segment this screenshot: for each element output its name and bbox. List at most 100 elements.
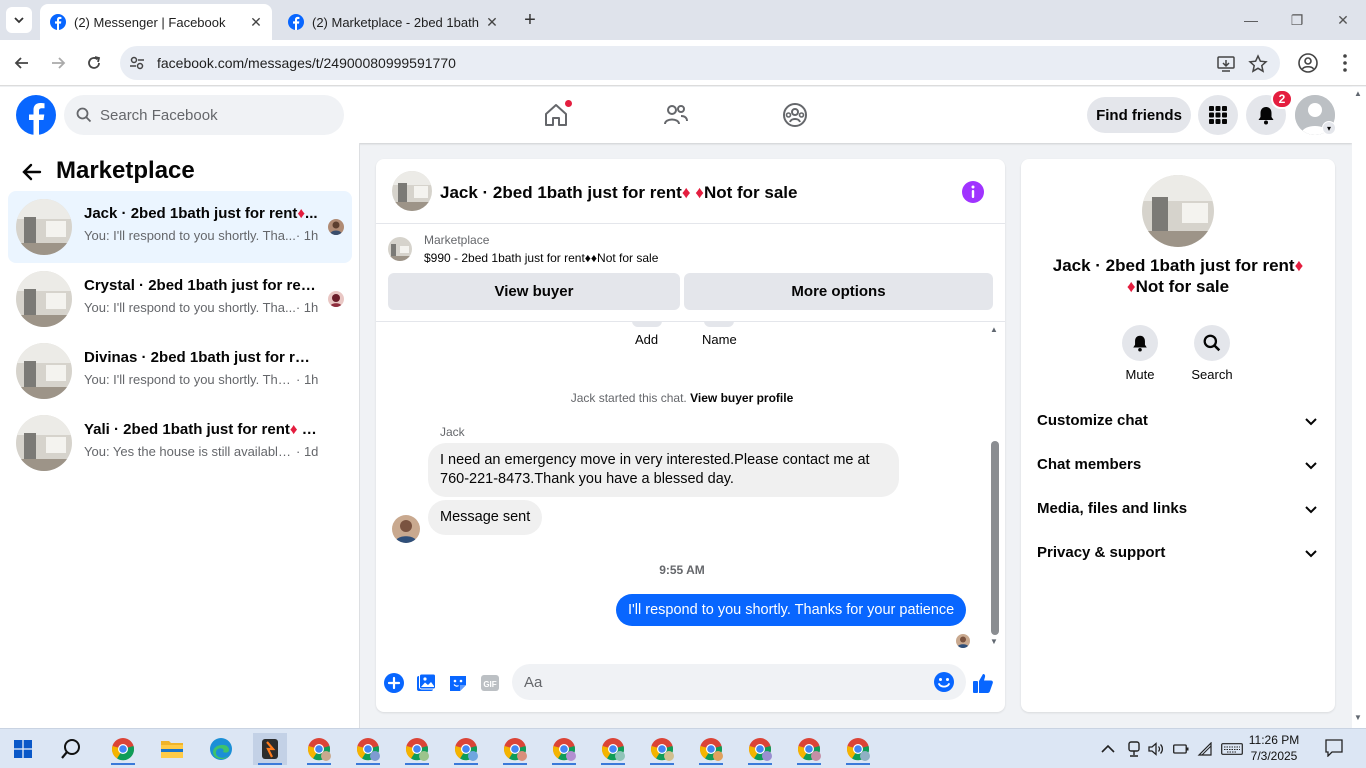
view-buyer-button[interactable]: View buyer [388, 273, 680, 310]
info-icon[interactable] [962, 181, 984, 203]
file-explorer-icon[interactable] [155, 733, 189, 765]
back-arrow-icon[interactable] [8, 49, 36, 77]
emoji-icon[interactable] [932, 670, 956, 694]
chrome-profile-icon[interactable] [351, 733, 385, 765]
chat-members-row[interactable]: Chat members [1029, 443, 1327, 487]
browser-tab-messenger[interactable]: (2) Messenger | Facebook ✕ [40, 4, 272, 40]
webcam-icon[interactable] [1126, 741, 1142, 757]
close-window-icon[interactable]: ✕ [1328, 6, 1358, 34]
chrome-profile-icon[interactable] [596, 733, 630, 765]
profile-icon[interactable] [1297, 52, 1319, 74]
chrome-profile-icon[interactable] [743, 733, 777, 765]
install-app-icon[interactable] [1216, 54, 1236, 74]
notification-center-icon[interactable] [1324, 739, 1344, 757]
thumbs-up-icon[interactable] [972, 672, 994, 694]
conversation-name: Yali · 2bed 1bath just for rent♦ ♦... [84, 421, 318, 438]
chevron-up-icon[interactable] [1100, 741, 1116, 757]
seen-avatar [328, 291, 344, 307]
name-action-icon[interactable] [704, 321, 734, 327]
groups-nav-button[interactable] [779, 99, 811, 131]
menu-button[interactable] [1198, 95, 1238, 135]
incoming-message[interactable]: Message sent [428, 500, 543, 535]
chrome-profile-icon[interactable] [645, 733, 679, 765]
message-input[interactable] [524, 672, 914, 692]
chrome-profile-icon[interactable] [841, 733, 875, 765]
reload-icon[interactable] [80, 49, 108, 77]
friends-nav-button[interactable] [660, 99, 692, 131]
chrome-profile-icon[interactable] [547, 733, 581, 765]
chrome-profile-icon[interactable] [694, 733, 728, 765]
privacy-support-row[interactable]: Privacy & support [1029, 531, 1327, 575]
close-tab-icon[interactable]: ✕ [482, 12, 502, 32]
scroll-up-icon[interactable]: ▲ [1354, 89, 1362, 98]
scroll-up-icon[interactable]: ▲ [990, 325, 998, 334]
site-info-icon[interactable] [128, 54, 146, 72]
forward-arrow-icon[interactable] [44, 49, 72, 77]
chevron-down-icon[interactable]: ▾ [1322, 121, 1336, 135]
new-tab-button[interactable]: + [518, 8, 542, 32]
chrome-profile-icon[interactable] [792, 733, 826, 765]
edge-icon[interactable] [204, 733, 238, 765]
browser-tab-marketplace[interactable]: (2) Marketplace - 2bed 1bath ju ✕ [278, 4, 508, 40]
chat-avatar[interactable] [392, 171, 432, 211]
plus-icon[interactable] [383, 672, 405, 694]
scroll-down-icon[interactable]: ▼ [990, 637, 998, 646]
back-arrow-icon[interactable] [20, 160, 44, 184]
notification-badge: 2 [1271, 89, 1293, 109]
battery-icon[interactable] [1173, 741, 1189, 757]
search-icon[interactable] [54, 733, 88, 765]
find-friends-button[interactable]: Find friends [1087, 97, 1191, 133]
add-action-label[interactable]: Add [635, 332, 658, 347]
tab-search-button[interactable] [6, 7, 32, 33]
close-tab-icon[interactable]: ✕ [246, 12, 266, 32]
chrome-profile-icon[interactable] [302, 733, 336, 765]
conversation-name: Divinas · 2bed 1bath just for rent... [84, 349, 318, 366]
customize-chat-row[interactable]: Customize chat [1029, 399, 1327, 443]
gif-icon[interactable]: GIF [479, 672, 501, 694]
view-buyer-profile-link[interactable]: View buyer profile [690, 391, 793, 405]
photo-icon[interactable] [415, 672, 437, 694]
address-bar[interactable]: facebook.com/messages/t/2490008099959177… [120, 46, 1280, 80]
facebook-logo-icon[interactable] [16, 95, 56, 135]
conversation-item[interactable]: Jack · 2bed 1bath just for rent♦... You:… [8, 191, 352, 263]
chrome-profile-icon[interactable] [400, 733, 434, 765]
browser-menu-icon[interactable] [1334, 52, 1356, 74]
volume-icon[interactable] [1148, 741, 1164, 757]
minimize-icon[interactable]: — [1236, 6, 1266, 34]
facebook-search-input[interactable] [100, 103, 330, 127]
conversation-item[interactable]: Yali · 2bed 1bath just for rent♦ ♦... Yo… [8, 407, 352, 479]
chrome-profile-icon[interactable] [449, 733, 483, 765]
scrollbar-thumb[interactable] [991, 441, 999, 635]
add-action-icon[interactable] [632, 321, 662, 327]
incoming-message[interactable]: I need an emergency move in very interes… [428, 443, 899, 497]
app-icon[interactable] [253, 733, 287, 765]
wifi-icon[interactable] [1197, 741, 1213, 757]
page-scrollbar[interactable]: ▲ ▼ [1352, 87, 1366, 728]
windows-start-icon[interactable] [6, 733, 40, 765]
listing-thumbnail [16, 199, 72, 255]
mute-button[interactable]: Mute [1110, 325, 1170, 382]
sticker-icon[interactable] [447, 672, 469, 694]
scroll-down-icon[interactable]: ▼ [1354, 713, 1362, 722]
media-files-links-row[interactable]: Media, files and links [1029, 487, 1327, 531]
listing-title[interactable]: $990 - 2bed 1bath just for rent♦♦Not for… [424, 251, 658, 265]
message-composer[interactable] [512, 664, 966, 700]
chrome-profile-icon[interactable] [498, 733, 532, 765]
chat-title[interactable]: Jack · 2bed 1bath just for rent♦ ♦Not fo… [440, 183, 797, 203]
system-clock[interactable]: 11:26 PM 7/3/2025 [1240, 732, 1308, 764]
conversation-item[interactable]: Crystal · 2bed 1bath just for rent... Yo… [8, 263, 352, 335]
url-text: facebook.com/messages/t/2490008099959177… [157, 55, 456, 71]
search-in-conversation-button[interactable]: Search [1182, 325, 1242, 382]
facebook-search-box[interactable] [64, 95, 344, 135]
more-options-button[interactable]: More options [684, 273, 993, 310]
restore-icon[interactable]: ❐ [1282, 6, 1312, 34]
chrome-icon[interactable] [106, 733, 140, 765]
sender-avatar[interactable] [392, 515, 420, 543]
outgoing-message[interactable]: I'll respond to you shortly. Thanks for … [616, 594, 967, 626]
bookmark-star-icon[interactable] [1248, 54, 1268, 74]
conversation-item[interactable]: Divinas · 2bed 1bath just for rent... Yo… [8, 335, 352, 407]
friends-icon [664, 105, 688, 125]
snippet-text: You: Yes the house is still available Pl… [84, 444, 296, 459]
name-action-label[interactable]: Name [702, 332, 737, 347]
bell-icon [1258, 107, 1274, 125]
